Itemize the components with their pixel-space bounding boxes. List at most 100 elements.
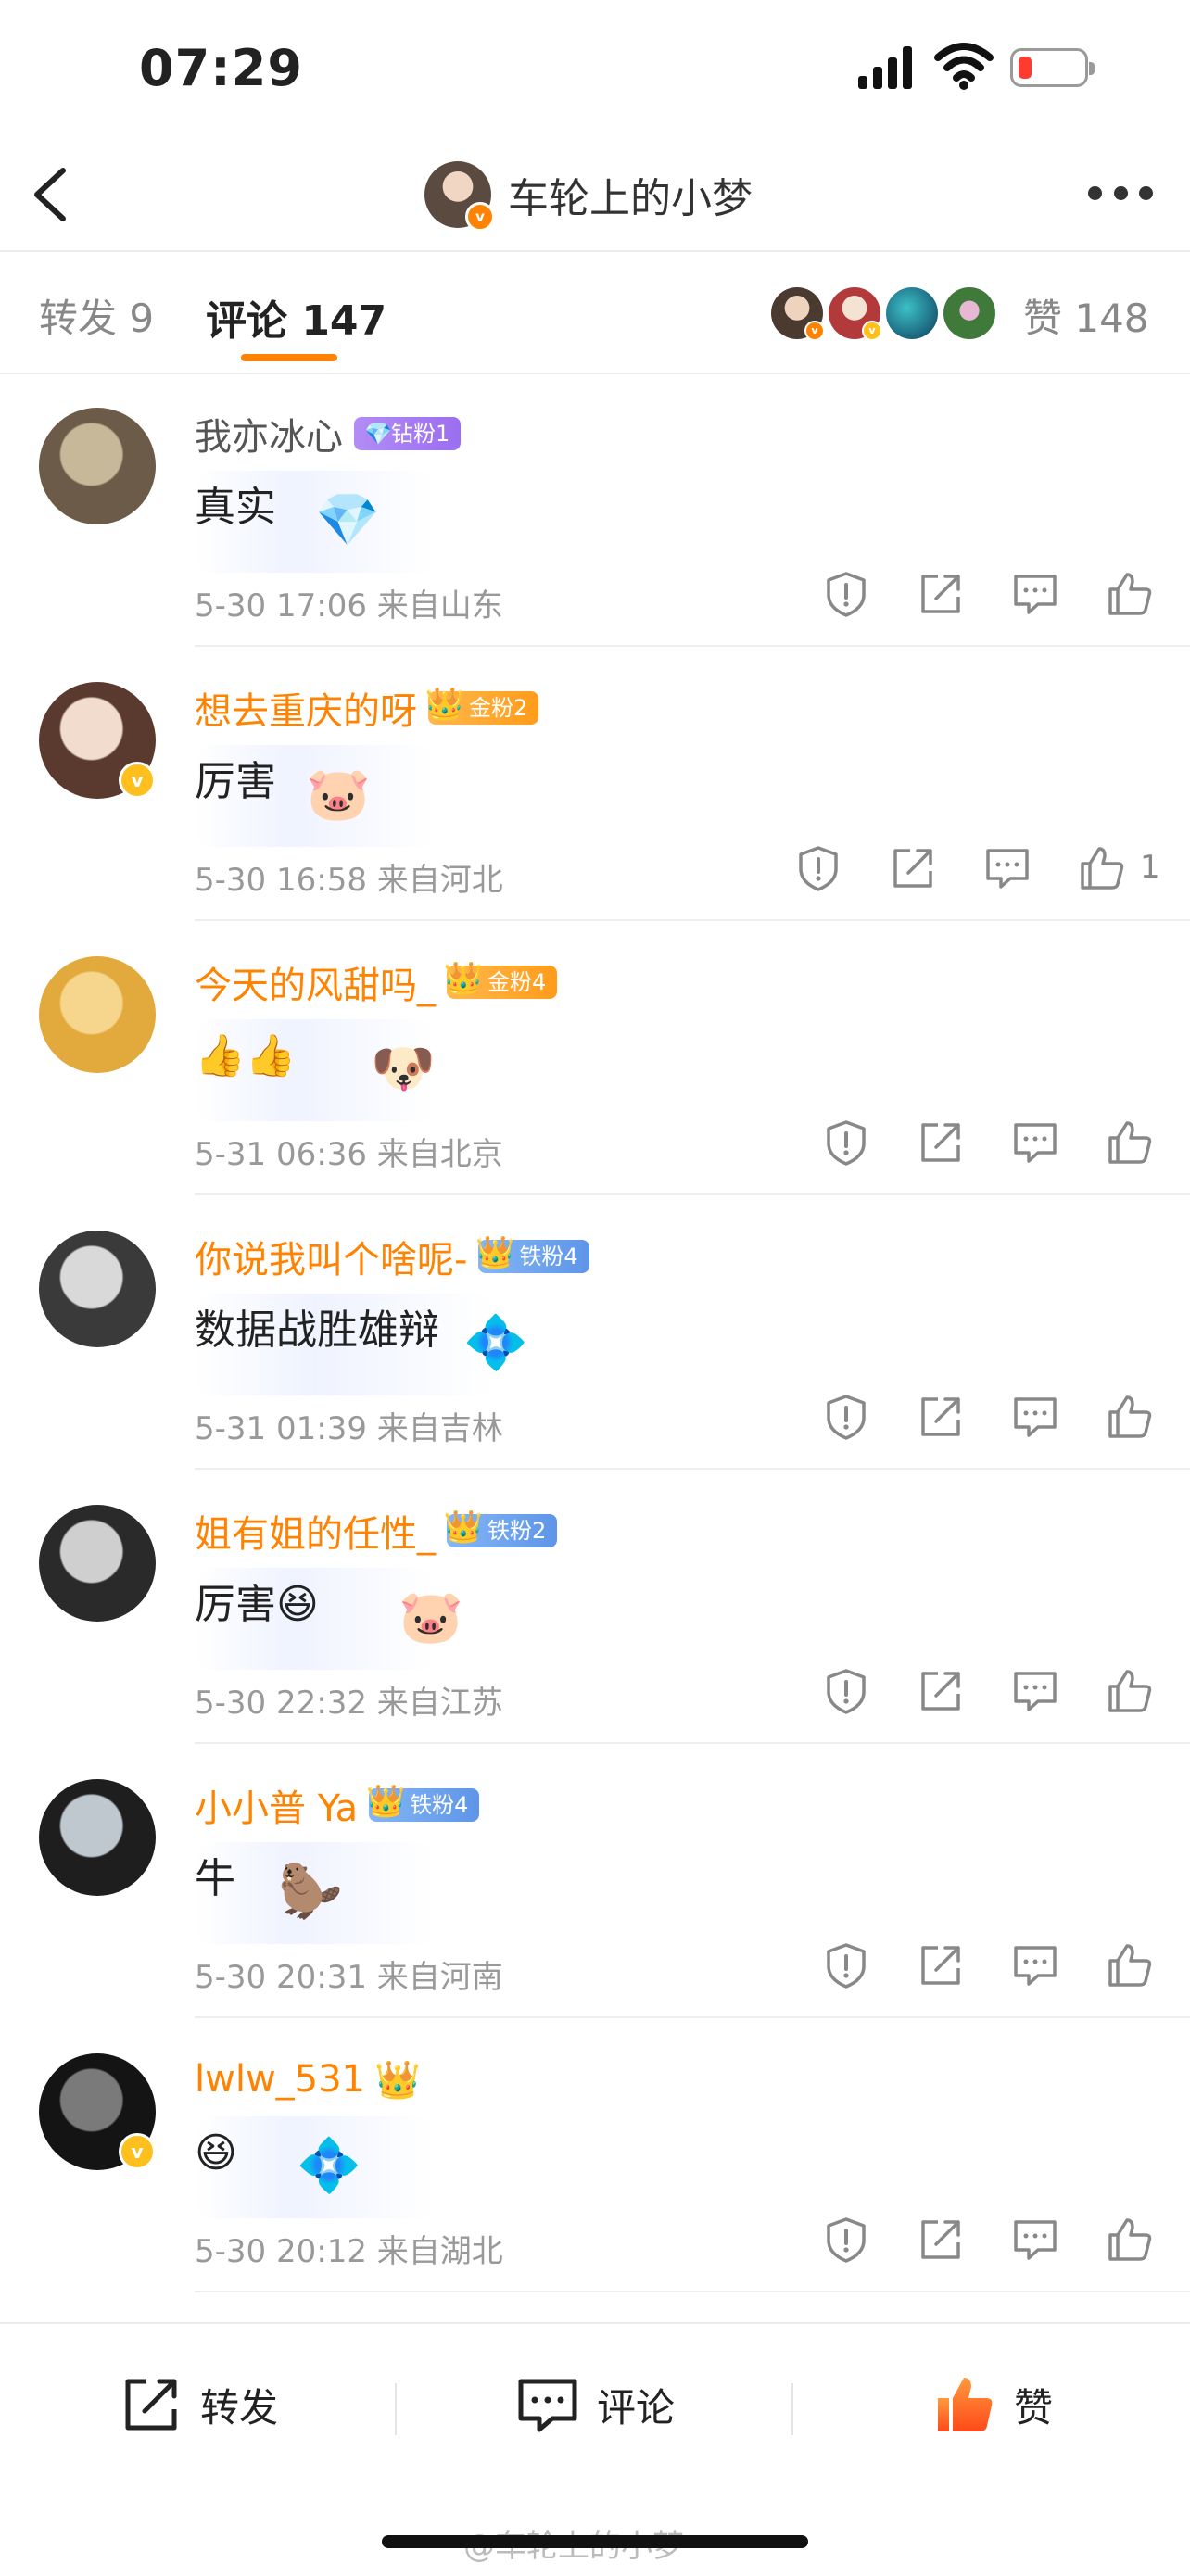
reply-button[interactable] — [1010, 1666, 1060, 1716]
avatar[interactable]: v — [424, 161, 495, 232]
comment-author[interactable]: lwlw_531 — [195, 2058, 365, 2101]
comment-author[interactable]: 小小普 Ya — [195, 1778, 358, 1832]
wifi-icon — [934, 43, 994, 90]
repost-button[interactable]: 转发 — [119, 2372, 278, 2437]
bottom-action-bar: 转发 评论 赞 @车轮上的小梦 — [0, 2322, 1190, 2576]
share-button[interactable] — [888, 843, 938, 893]
verified-badge-icon: v — [804, 321, 825, 341]
comment-author[interactable]: 你说我叫个啥呢- — [195, 1230, 467, 1283]
divider — [395, 2383, 397, 2435]
report-shield-icon — [827, 1669, 866, 1714]
share-button[interactable] — [916, 569, 966, 619]
comment-decoration-sticker: 💠 — [463, 1313, 528, 1373]
fan-level-badge[interactable]: 👑 金粉4 — [444, 960, 558, 999]
like-button[interactable] — [1105, 1940, 1155, 1990]
tab-repost[interactable]: 转发 9 — [39, 287, 154, 344]
comment-author[interactable]: 想去重庆的呀 — [195, 681, 417, 735]
avatar[interactable] — [39, 956, 156, 1073]
share-button[interactable] — [916, 2215, 966, 2265]
report-button[interactable] — [821, 1940, 871, 1990]
comment-item[interactable]: v 想去重庆的呀 👑 金粉2 厉害 🐷 5-30 16:58 来自河北 1 — [0, 649, 1190, 921]
fan-crown-icon: 👑 — [374, 2058, 421, 2102]
like-button[interactable] — [1105, 1666, 1155, 1716]
like-button[interactable] — [1105, 1118, 1155, 1168]
comment-item[interactable]: 今天的风甜吗_ 👑 金粉4 👍👍 🐶 5-31 06:36 来自北京 — [0, 923, 1190, 1195]
comment-body: 数据战胜雄辩 💠 — [195, 1294, 528, 1395]
report-shield-icon — [827, 1395, 866, 1440]
report-button[interactable] — [821, 2215, 871, 2265]
fan-level-badge[interactable]: 👑 铁粉2 — [444, 1509, 558, 1547]
repost-label: 转发 — [200, 2384, 279, 2431]
share-button[interactable] — [916, 1118, 966, 1168]
fan-level-badge[interactable]: 💎 钻粉1 — [354, 417, 462, 450]
nav-user[interactable]: v 车轮上的小梦 — [424, 156, 753, 234]
report-button[interactable] — [793, 843, 843, 893]
tab-comments[interactable]: 评论 147 — [206, 287, 386, 347]
comment-name-row: 想去重庆的呀 👑 金粉2 — [195, 681, 539, 735]
comment-actions — [777, 1940, 1155, 1990]
avatar[interactable] — [39, 408, 156, 524]
share-button[interactable] — [916, 1392, 966, 1442]
thumbs-up-icon — [1108, 2218, 1152, 2261]
more-options-icon[interactable] — [1088, 180, 1153, 206]
comment-body: 厉害 🐷 — [195, 745, 436, 847]
share-button[interactable] — [916, 1666, 966, 1716]
thumbs-up-icon — [1081, 847, 1124, 890]
comment-icon — [986, 849, 1029, 889]
liker-avatars[interactable]: v v — [771, 287, 1001, 341]
comment-author[interactable]: 今天的风甜吗_ — [195, 955, 436, 1009]
comment-name-row: 你说我叫个啥呢- 👑 铁粉4 — [195, 1231, 589, 1282]
like-button[interactable] — [1105, 2215, 1155, 2265]
comment-item[interactable]: 你说我叫个啥呢- 👑 铁粉4 数据战胜雄辩 💠 5-31 01:39 来自吉林 — [0, 1197, 1190, 1470]
report-button[interactable] — [821, 1666, 871, 1716]
avatar[interactable] — [39, 1505, 156, 1622]
fan-level-badge[interactable]: 👑 铁粉4 — [366, 1783, 480, 1822]
report-button[interactable] — [821, 1392, 871, 1442]
comment-body: 厉害😆 🐷 — [195, 1568, 463, 1670]
fan-level-badge[interactable]: 👑 铁粉4 — [475, 1234, 589, 1273]
comment-decoration-sticker: 💎 — [315, 490, 380, 550]
comment-icon — [1014, 2220, 1057, 2260]
avatar[interactable] — [39, 1779, 156, 1896]
comment-meta: 5-30 20:31 来自河南 — [195, 1959, 503, 1996]
back-chevron-icon[interactable] — [26, 159, 78, 230]
avatar[interactable]: v — [39, 682, 156, 799]
like-button[interactable] — [1105, 1392, 1155, 1442]
like-button[interactable]: 1 — [1077, 843, 1160, 893]
comment-meta: 5-30 22:32 来自江苏 — [195, 1685, 503, 1722]
avatar[interactable] — [39, 1231, 156, 1347]
comment-item[interactable]: 我亦冰心 💎 钻粉1 真实 💎 5-30 17:06 来自山东 — [0, 374, 1190, 647]
fan-level-badge[interactable]: 👑 金粉2 — [425, 686, 539, 725]
avatar[interactable]: v — [39, 2053, 156, 2170]
thumbs-up-icon — [1108, 1670, 1152, 1712]
fan-level-label: 铁粉4 — [519, 1244, 578, 1269]
divider — [791, 2383, 793, 2435]
comment-meta: 5-31 01:39 来自吉林 — [195, 1410, 503, 1447]
comment-item[interactable]: v lwlw_531 👑 😆 💠 5-30 20:12 来自湖北 — [0, 2020, 1190, 2292]
reply-button[interactable] — [1010, 1392, 1060, 1442]
reply-button[interactable] — [1010, 2215, 1060, 2265]
share-icon — [893, 849, 932, 888]
comment-button[interactable]: 评论 — [515, 2372, 675, 2437]
comment-item[interactable]: 小小普 Ya 👑 铁粉4 牛 🦫 5-30 20:31 来自河南 — [0, 1746, 1190, 2018]
like-button[interactable] — [1105, 569, 1155, 619]
comment-icon — [1014, 1397, 1057, 1437]
reply-button[interactable] — [1010, 1940, 1060, 1990]
reply-button[interactable] — [1010, 569, 1060, 619]
comment-author[interactable]: 姐有姐的任性_ — [195, 1504, 436, 1558]
tab-likes[interactable]: 赞 148 — [1023, 287, 1149, 344]
like-button[interactable]: 赞 — [932, 2372, 1053, 2437]
share-button[interactable] — [916, 1940, 966, 1990]
comment-author[interactable]: 我亦冰心 — [195, 407, 343, 461]
tabs: 转发 9 评论 147 v v 赞 148 — [0, 252, 1190, 373]
comment-body: 👍👍 🐶 — [195, 1019, 436, 1121]
share-icon — [921, 1672, 960, 1711]
comment-item[interactable]: 姐有姐的任性_ 👑 铁粉2 厉害😆 🐷 5-30 22:32 来自江苏 — [0, 1471, 1190, 1744]
comment-text: 厉害😆 — [195, 1581, 319, 1628]
report-button[interactable] — [821, 1118, 871, 1168]
report-button[interactable] — [821, 569, 871, 619]
comment-decoration-sticker: 🦫 — [278, 1862, 343, 1922]
reply-button[interactable] — [1010, 1118, 1060, 1168]
reply-button[interactable] — [982, 843, 1032, 893]
comment-body: 真实 💎 — [195, 471, 436, 573]
